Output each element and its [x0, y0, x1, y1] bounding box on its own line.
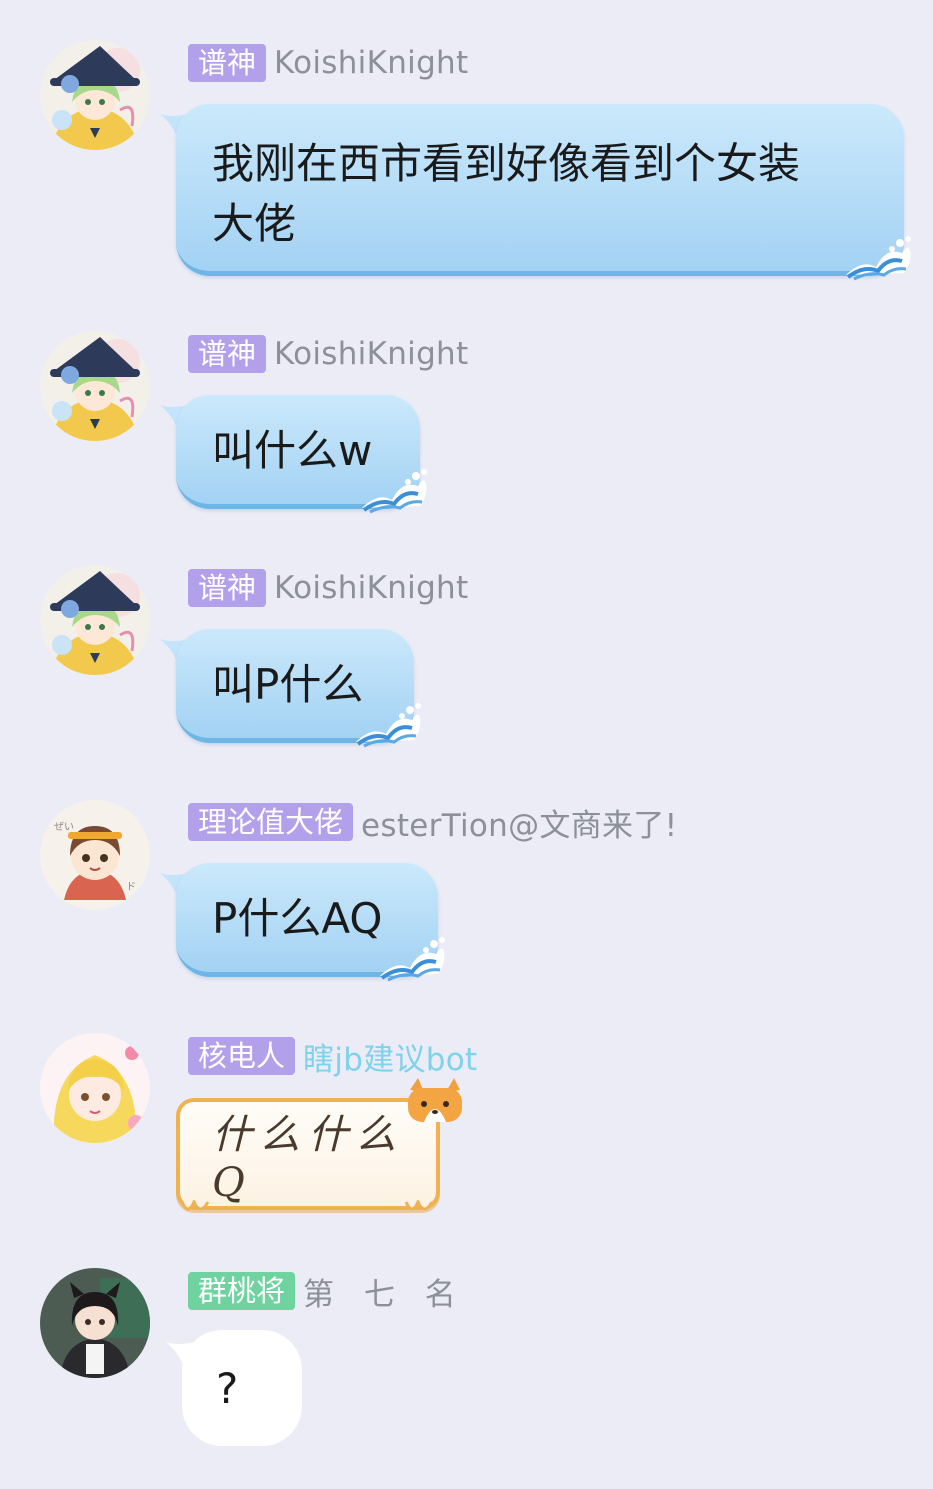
corgi-icon	[408, 1078, 462, 1122]
sender-nickname[interactable]: KoishiKnight	[274, 336, 468, 372]
wave-decoration-icon	[842, 229, 912, 281]
scroll-paw-icon	[404, 1200, 434, 1211]
sender-row: 谱神 KoishiKnight	[188, 334, 468, 374]
wave-decoration-icon	[358, 462, 428, 514]
blonde-girl-avatar-icon[interactable]	[40, 1033, 150, 1143]
sender-nickname[interactable]: 第 七 名	[303, 1269, 466, 1314]
witch-hat-girl-avatar-icon[interactable]	[40, 331, 150, 441]
dark-hair-girl-avatar-icon[interactable]	[40, 1268, 150, 1378]
sender-row: 群桃将 第 七 名	[188, 1269, 466, 1314]
member-title-tag: 核电人	[188, 1037, 296, 1075]
member-title-tag: 谱神	[188, 569, 267, 607]
wave-decoration-icon	[376, 930, 446, 982]
svg-text:ぜい: ぜい	[54, 821, 74, 833]
member-title-tag: 谱神	[188, 335, 267, 373]
anime-girl-avatar-icon[interactable]: ぜい ド	[40, 800, 150, 910]
message-text: ?	[216, 1363, 239, 1413]
message-bubble[interactable]: 我刚在西市看到好像看到个女装 大佬	[176, 104, 904, 276]
sender-row: 核电人 瞎jb建议bot	[188, 1034, 478, 1079]
sender-nickname[interactable]: 瞎jb建议bot	[303, 1034, 478, 1079]
sender-nickname[interactable]: KoishiKnight	[274, 570, 468, 606]
message-bubble[interactable]: 什么什么Q	[176, 1098, 440, 1210]
message-text-line: 大佬	[212, 199, 297, 248]
sender-row: 谱神 KoishiKnight	[188, 568, 468, 608]
member-title-tag: 谱神	[188, 44, 267, 82]
sender-nickname[interactable]: esterTion@文商来了!	[361, 800, 677, 845]
sender-row: 理论值大佬 esterTion@文商来了!	[188, 800, 677, 845]
sender-nickname[interactable]: KoishiKnight	[274, 45, 468, 81]
scroll-paw-icon	[180, 1200, 210, 1211]
svg-text:ド: ド	[126, 882, 136, 893]
witch-hat-girl-avatar-icon[interactable]	[40, 565, 150, 675]
message-bubble[interactable]: 叫什么w	[176, 395, 420, 509]
member-title-tag: 群桃将	[188, 1272, 296, 1310]
wave-decoration-icon	[352, 696, 422, 748]
message-bubble[interactable]: P什么AQ	[176, 863, 438, 977]
message-bubble[interactable]: ?	[182, 1330, 302, 1446]
message-text-line: 我刚在西市看到好像看到个女装	[212, 139, 801, 188]
sender-row: 谱神 KoishiKnight	[188, 43, 468, 83]
witch-hat-girl-avatar-icon[interactable]	[40, 40, 150, 150]
message-bubble[interactable]: 叫P什么	[176, 629, 414, 743]
member-title-tag: 理论值大佬	[188, 803, 354, 841]
